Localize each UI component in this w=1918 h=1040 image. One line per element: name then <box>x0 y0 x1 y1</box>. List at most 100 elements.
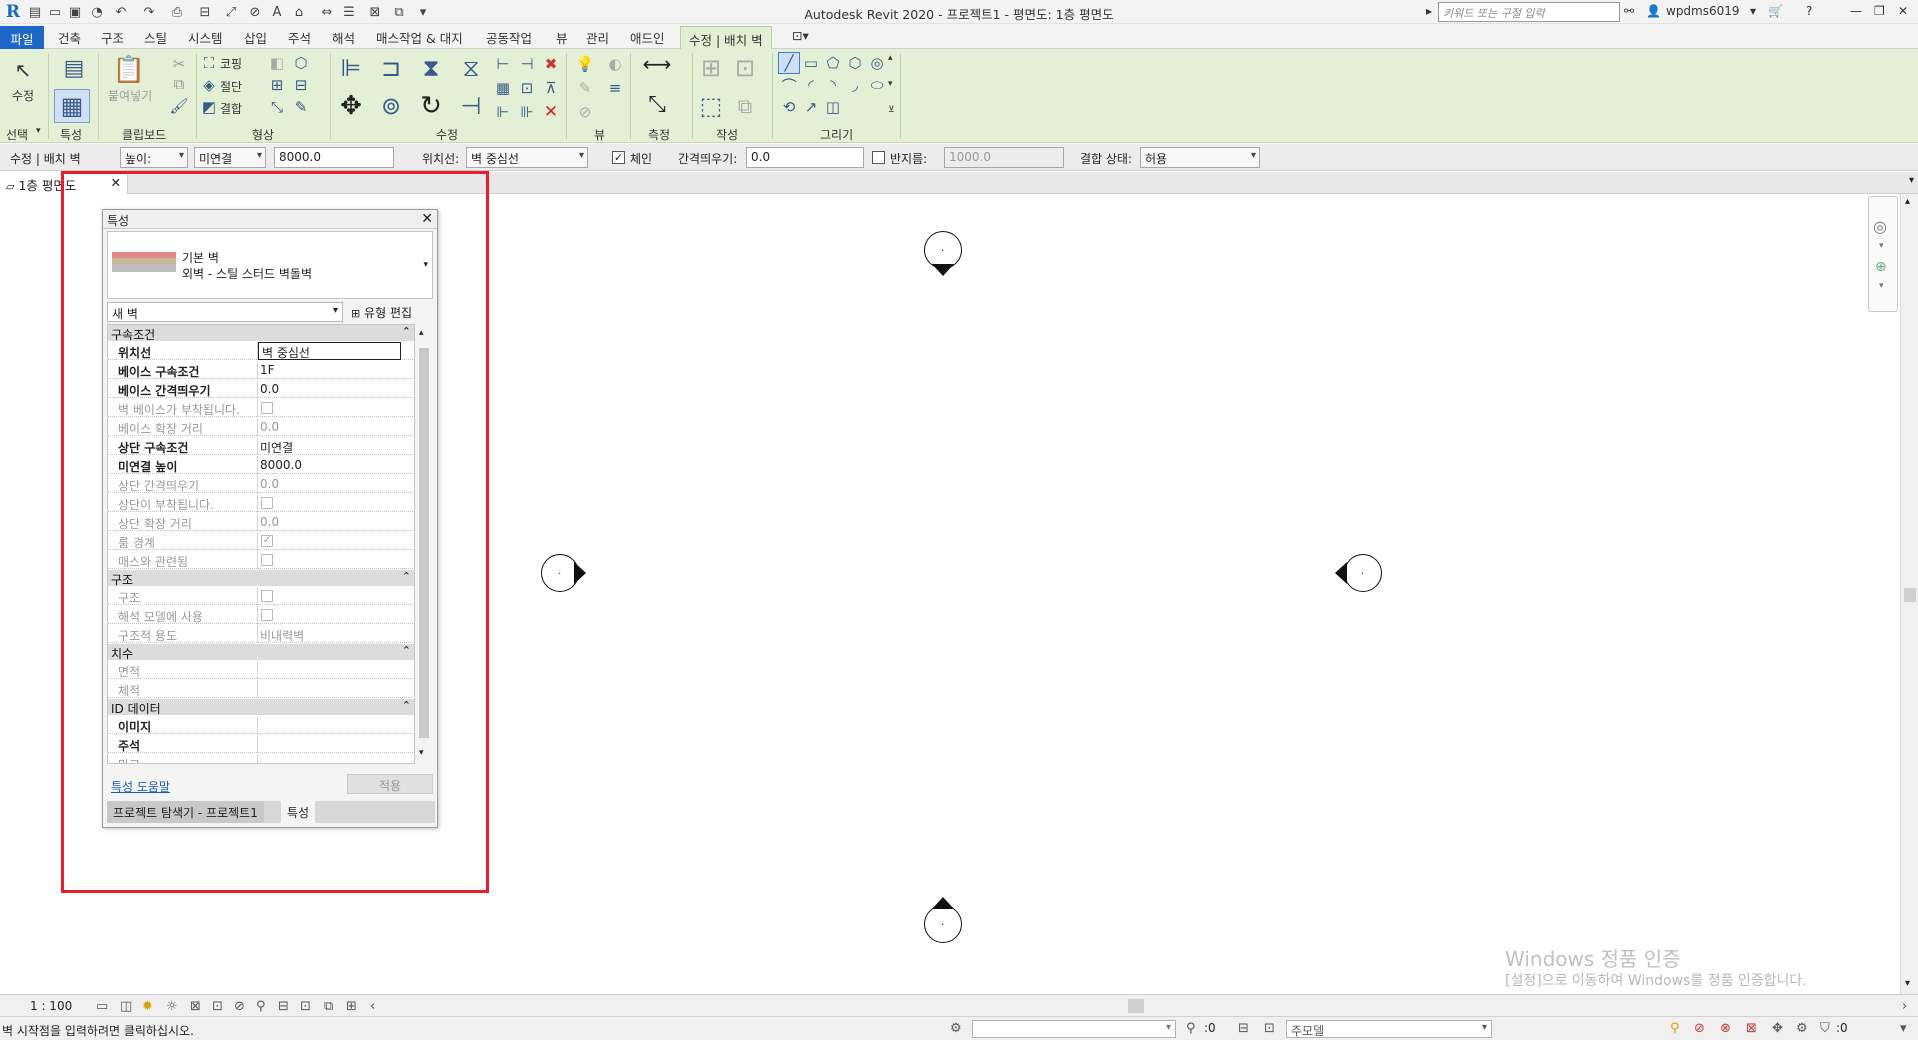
circumscribed-polygon-icon[interactable]: ⬡ <box>844 52 866 74</box>
steering-wheel-icon[interactable]: ◎ <box>1873 217 1887 236</box>
reveal-hidden-icon[interactable]: ⚲ <box>256 999 266 1014</box>
height-select[interactable]: 높이: ▾ <box>120 147 188 168</box>
visual-style-icon[interactable]: ◫ <box>120 999 132 1014</box>
background-process-icon[interactable]: ⚙ <box>1796 1021 1808 1036</box>
type-properties-icon[interactable]: ▤ <box>58 53 90 83</box>
draw-scroll-up-icon[interactable]: ▴ <box>888 53 893 63</box>
workset-select[interactable]: ▾ <box>972 1020 1176 1038</box>
offset-input[interactable]: 0.0 <box>746 147 864 168</box>
tab-massing-site[interactable]: 매스작업 & 대지 <box>376 28 463 47</box>
move-icon[interactable]: ✥ <box>336 91 366 121</box>
split-face-icon[interactable]: ⊞ <box>266 74 288 96</box>
select-dropdown-icon[interactable]: ▾ <box>36 126 41 136</box>
copy-element-icon[interactable]: ⊚ <box>376 91 406 121</box>
tab-extra-dropdown-icon[interactable]: ⊡▾ <box>792 28 809 43</box>
thin-icon[interactable]: ≡ <box>604 77 626 99</box>
search-input[interactable]: 키워드 또는 구절 입력 <box>1438 2 1620 22</box>
copy-icon[interactable]: ⧉ <box>168 73 190 95</box>
scroll-up-icon[interactable]: ▴ <box>1905 196 1910 207</box>
trim-extend-icon[interactable]: ⊣ <box>456 91 486 121</box>
center-arc-icon[interactable]: ◜ <box>800 74 822 96</box>
cut-geometry-icon[interactable]: ◈ <box>198 74 220 96</box>
join-status-select[interactable]: 허용 ▾ <box>1140 147 1260 168</box>
mirror-draw-icon[interactable]: ⧖ <box>456 53 486 83</box>
restore-icon[interactable]: ❐ <box>1874 4 1885 18</box>
status-scroll-icon[interactable]: ▾ <box>1900 1021 1907 1036</box>
ellipse-icon[interactable]: ⬭ <box>866 74 888 96</box>
modify-button[interactable]: 수정 <box>12 87 34 104</box>
chain-checkbox[interactable]: ✓ <box>612 151 625 164</box>
cope-button[interactable]: 코핑 <box>220 55 242 72</box>
vertical-scrollbar[interactable]: ▴ ▾ <box>1900 194 1918 994</box>
spline-icon[interactable]: ⟲ <box>778 96 800 118</box>
fillet-arc-icon[interactable]: ◞ <box>844 74 866 96</box>
panel-select-label[interactable]: 선택 <box>6 126 28 143</box>
editable-only-icon[interactable]: ⚲ <box>1186 1021 1196 1036</box>
horizontal-scroll-left-icon[interactable]: ‹ <box>370 999 375 1014</box>
user-dropdown-icon[interactable]: ▾ <box>1750 4 1756 18</box>
rotate-icon[interactable]: ↻ <box>416 91 446 121</box>
trim-multiple-icon[interactable]: ⊪ <box>516 101 538 123</box>
top-constraint-select[interactable]: 미연결 ▾ <box>194 147 266 168</box>
select-pinned-icon[interactable]: ⊗ <box>1720 1021 1731 1036</box>
cope-icon[interactable]: ⛶ <box>198 52 220 74</box>
drag-elements-icon[interactable]: ✥ <box>1772 1021 1783 1036</box>
highlight-displacement-icon[interactable]: ⊞ <box>346 999 357 1014</box>
match-properties-icon[interactable]: 🖌 <box>168 95 190 117</box>
radius-checkbox[interactable] <box>872 151 885 164</box>
demolish-icon[interactable]: ⬡ <box>290 52 312 74</box>
user-name[interactable]: wpdms6019 <box>1666 4 1740 18</box>
rectangle-draw-icon[interactable]: ▭ <box>800 52 822 74</box>
measure-distance-icon[interactable]: ⟷ <box>640 52 674 76</box>
create-group-icon[interactable]: ⊞ <box>696 53 726 83</box>
tab-structure[interactable]: 구조 <box>101 28 124 47</box>
detail-level-icon[interactable]: ▭ <box>96 999 108 1014</box>
hide-icon[interactable]: 💡 <box>574 53 596 75</box>
split-gap-icon[interactable]: ⊣ <box>516 53 538 75</box>
design-options-icon[interactable]: ⊟ <box>1238 1021 1249 1036</box>
array-icon[interactable]: ▦ <box>492 77 514 99</box>
select-by-face-icon[interactable]: ⊠ <box>1746 1021 1757 1036</box>
tab-systems[interactable]: 시스템 <box>188 28 223 47</box>
tab-architecture[interactable]: 건축 <box>58 28 81 47</box>
view-tabs-menu-icon[interactable]: ▾ <box>1909 175 1914 186</box>
cut-button[interactable]: 절단 <box>220 78 242 95</box>
tangent-arc-icon[interactable]: ◝ <box>822 74 844 96</box>
tab-steel[interactable]: 스틸 <box>144 28 167 47</box>
view-scale[interactable]: 1 : 100 <box>30 999 72 1013</box>
tab-annotate[interactable]: 주석 <box>288 28 311 47</box>
help-icon[interactable]: ? <box>1806 4 1812 18</box>
show-crop-icon[interactable]: ⊡ <box>212 999 223 1014</box>
filter-icon[interactable]: ⛉ <box>1820 1021 1830 1036</box>
tab-addins[interactable]: 애드인 <box>630 28 665 47</box>
draw-scroll-down-icon[interactable]: ▾ <box>888 79 893 89</box>
tab-analyze[interactable]: 해석 <box>332 28 355 47</box>
circle-draw-icon[interactable]: ◎ <box>866 52 888 74</box>
design-option-select[interactable]: 주모델 ▾ <box>1286 1020 1492 1038</box>
select-underlay-icon[interactable]: ⊘ <box>1694 1021 1705 1036</box>
close-window-icon[interactable]: ✕ <box>1898 4 1908 18</box>
create-similar-icon[interactable]: ⊡ <box>730 53 760 83</box>
tab-file[interactable]: 파일 <box>0 26 44 49</box>
unpin-icon[interactable]: ✖ <box>540 53 562 75</box>
tab-collaborate[interactable]: 공동작업 <box>486 28 532 47</box>
temporary-hide-icon[interactable]: ⊘ <box>234 999 245 1014</box>
view-properties-icon[interactable]: ⊟ <box>278 999 289 1014</box>
height-input[interactable]: 8000.0 <box>274 147 394 168</box>
create-parts-icon[interactable]: ⬚ <box>696 91 726 121</box>
wheel-dropdown-icon[interactable]: ▾ <box>1879 241 1884 251</box>
pick-lines-icon[interactable]: ↗ <box>800 96 822 118</box>
trim-icon[interactable]: ⊩ <box>492 101 514 123</box>
select-links-icon[interactable]: ⚲ <box>1670 1021 1680 1036</box>
cart-icon[interactable]: 🛒 <box>1768 4 1783 18</box>
tab-insert[interactable]: 삽입 <box>244 28 267 47</box>
binoculars-icon[interactable]: ⚯ <box>1624 4 1634 18</box>
analytical-model-icon[interactable]: ⧉ <box>324 999 333 1014</box>
create-assembly-icon[interactable]: ⧉ <box>730 91 760 121</box>
inscribed-polygon-icon[interactable]: ⬠ <box>822 52 844 74</box>
scale-icon[interactable]: ⊡ <box>516 77 538 99</box>
paint-icon[interactable]: ⤡ <box>266 96 288 118</box>
pick-faces-icon[interactable]: ◫ <box>822 96 844 118</box>
elevation-marker-east[interactable]: · <box>1344 554 1382 592</box>
linework-icon[interactable]: ✎ <box>574 77 596 99</box>
